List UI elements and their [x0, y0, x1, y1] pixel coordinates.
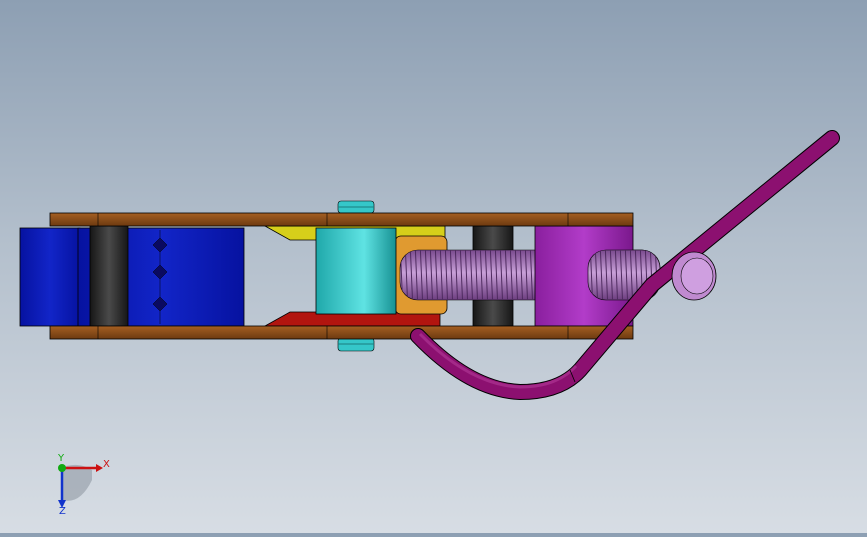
- handle-end-cap: [671, 251, 717, 301]
- axis-label-z: Z: [59, 506, 66, 517]
- coordinate-triad: X Y Z: [57, 453, 110, 517]
- cad-viewport[interactable]: X Y Z: [0, 0, 867, 533]
- center-pin[interactable]: [315, 227, 397, 315]
- model-canvas[interactable]: X Y Z: [0, 0, 867, 533]
- left-roller[interactable]: [89, 225, 129, 327]
- pin-cap-bottom: [337, 337, 375, 352]
- end-block[interactable]: [19, 227, 245, 327]
- pin-cap-top: [337, 200, 375, 214]
- axis-label-y: Y: [57, 453, 65, 464]
- top-frame-plate[interactable]: [49, 212, 634, 227]
- axis-label-x: X: [103, 459, 110, 470]
- bottom-frame-plate[interactable]: [49, 325, 634, 340]
